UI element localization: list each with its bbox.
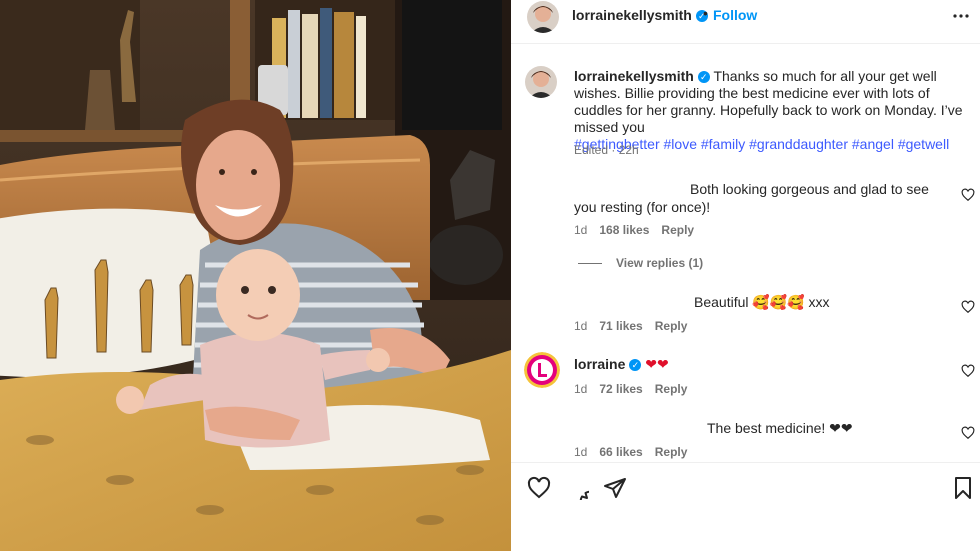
caption-edited-time: Edited · 22h bbox=[574, 143, 639, 157]
comment-text: lorraine ✓ ❤❤ bbox=[574, 355, 954, 373]
comment-text: Both looking gorgeous and glad to see yo… bbox=[574, 181, 929, 215]
share-icon[interactable] bbox=[603, 476, 627, 500]
post-caption: lorrainekellysmith ✓ Thanks so much for a… bbox=[574, 68, 966, 153]
hashtag-link[interactable]: #love bbox=[664, 136, 697, 152]
post-detail-panel: lorrainekellysmith ✓ • Follow lorrainekel… bbox=[511, 0, 980, 551]
comment-meta: 1d 168 likes Reply bbox=[574, 223, 694, 237]
comment-likes[interactable]: 66 likes bbox=[599, 445, 642, 459]
comment-icon[interactable] bbox=[565, 476, 589, 500]
comment-meta: 1d 71 likes Reply bbox=[574, 319, 687, 333]
comment-text: Beautiful 🥰🥰🥰 xxx bbox=[694, 294, 830, 310]
comment-likes[interactable]: 71 likes bbox=[599, 319, 642, 333]
heart-icon[interactable] bbox=[961, 364, 975, 378]
comment-likes[interactable]: 168 likes bbox=[599, 223, 649, 237]
separator-dot: • bbox=[703, 5, 708, 21]
reply-button[interactable]: Reply bbox=[655, 445, 688, 459]
hashtag-link[interactable]: #getwell bbox=[898, 136, 949, 152]
more-icon[interactable] bbox=[951, 6, 971, 26]
comment-username[interactable]: lorraine bbox=[574, 356, 625, 372]
hashtag-link[interactable]: #family bbox=[701, 136, 745, 152]
username-link[interactable]: lorrainekellysmith bbox=[572, 7, 692, 23]
comment-body: The best medicine! ❤❤ bbox=[707, 420, 853, 436]
post-header: lorrainekellysmith ✓ • Follow bbox=[511, 0, 980, 44]
heart-icon[interactable] bbox=[961, 426, 975, 440]
hashtag-link[interactable]: #angel bbox=[852, 136, 894, 152]
lorraine-avatar[interactable] bbox=[524, 352, 560, 388]
caption-author-avatar[interactable] bbox=[525, 66, 557, 98]
comment-meta: 1d 66 likes Reply bbox=[574, 445, 687, 459]
comment-age: 1d bbox=[574, 223, 588, 237]
comment-likes[interactable]: 72 likes bbox=[599, 382, 642, 396]
caption-username[interactable]: lorrainekellysmith bbox=[574, 68, 694, 84]
view-replies-button[interactable]: View replies (1) bbox=[578, 256, 703, 270]
heart-icon[interactable] bbox=[961, 188, 975, 202]
hashtag-link[interactable]: #granddaughter bbox=[749, 136, 848, 152]
heart-icon[interactable] bbox=[527, 476, 551, 500]
author-avatar[interactable] bbox=[527, 1, 559, 33]
post-photo[interactable] bbox=[0, 0, 511, 551]
replies-divider bbox=[578, 263, 602, 265]
verified-icon: ✓ bbox=[629, 359, 642, 371]
reply-button[interactable]: Reply bbox=[655, 382, 688, 396]
author-username[interactable]: lorrainekellysmith ✓ bbox=[572, 7, 708, 23]
verified-icon: ✓ bbox=[697, 71, 710, 83]
comment-age: 1d bbox=[574, 445, 588, 459]
action-bar bbox=[511, 462, 980, 551]
reply-button[interactable]: Reply bbox=[661, 223, 694, 237]
bookmark-icon[interactable] bbox=[951, 476, 975, 500]
heart-icon[interactable] bbox=[961, 300, 975, 314]
comment-age: 1d bbox=[574, 319, 588, 333]
comment-meta: 1d 72 likes Reply bbox=[574, 382, 687, 396]
follow-button[interactable]: Follow bbox=[713, 7, 757, 23]
comment-age: 1d bbox=[574, 382, 588, 396]
post-image bbox=[0, 0, 511, 551]
comment-text: The best medicine! ❤❤ bbox=[707, 419, 980, 437]
red-heart-emoji: ❤❤ bbox=[645, 356, 669, 372]
view-replies-label[interactable]: View replies (1) bbox=[616, 256, 703, 270]
reply-button[interactable]: Reply bbox=[655, 319, 688, 333]
